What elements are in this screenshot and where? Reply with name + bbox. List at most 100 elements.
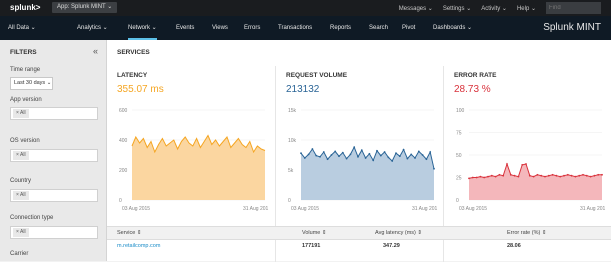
data-point[interactable] bbox=[487, 175, 489, 178]
nav-pivot[interactable]: Pivot bbox=[402, 16, 415, 40]
header-service[interactable]: Service ⇕ bbox=[117, 227, 141, 239]
data-point[interactable] bbox=[383, 151, 386, 153]
messages-menu[interactable]: Messages ⌄ bbox=[399, 5, 433, 12]
data-point[interactable] bbox=[498, 173, 501, 176]
data-point[interactable] bbox=[578, 174, 581, 177]
data-point[interactable] bbox=[544, 175, 546, 178]
connection-type-filter[interactable]: × All bbox=[10, 226, 98, 239]
data-point[interactable] bbox=[582, 173, 584, 176]
data-point[interactable] bbox=[311, 148, 314, 150]
data-point[interactable] bbox=[601, 173, 603, 176]
nav-views[interactable]: Views bbox=[212, 16, 228, 40]
data-point[interactable] bbox=[395, 152, 397, 155]
app-selector[interactable]: App: Splunk MINT ⌄ bbox=[52, 2, 118, 13]
data-point[interactable] bbox=[555, 174, 558, 177]
data-point[interactable] bbox=[589, 175, 592, 178]
data-point[interactable] bbox=[559, 175, 562, 178]
data-point[interactable] bbox=[551, 173, 554, 176]
data-point[interactable] bbox=[433, 167, 435, 170]
data-point[interactable] bbox=[349, 153, 352, 156]
connection-type-pill[interactable]: × All bbox=[13, 228, 29, 237]
header-volume[interactable]: Volume ⇕ bbox=[302, 227, 327, 239]
data-point[interactable] bbox=[479, 175, 482, 178]
data-point[interactable] bbox=[364, 157, 367, 159]
header-error-rate[interactable]: Error rate (%) ⇕ bbox=[507, 227, 546, 239]
data-point[interactable] bbox=[528, 174, 531, 177]
data-point[interactable] bbox=[468, 177, 470, 180]
data-point[interactable] bbox=[506, 163, 508, 165]
nav-errors[interactable]: Errors bbox=[244, 16, 260, 40]
data-point[interactable] bbox=[330, 154, 333, 156]
data-point[interactable] bbox=[525, 163, 527, 165]
data-point[interactable] bbox=[425, 158, 428, 161]
app-version-filter[interactable]: × All bbox=[10, 107, 98, 120]
data-point[interactable] bbox=[513, 174, 516, 177]
header-avg-latency[interactable]: Avg latency (ms) ⇕ bbox=[375, 227, 422, 239]
data-point[interactable] bbox=[502, 174, 505, 177]
data-point[interactable] bbox=[536, 173, 539, 176]
data-point[interactable] bbox=[475, 176, 478, 179]
find-input[interactable] bbox=[546, 2, 601, 14]
service-link[interactable]: m.retailcomp.com bbox=[117, 239, 160, 253]
data-point[interactable] bbox=[490, 174, 493, 177]
country-pill[interactable]: × All bbox=[13, 191, 29, 200]
data-point[interactable] bbox=[334, 150, 337, 153]
data-point[interactable] bbox=[387, 156, 390, 159]
os-version-pill[interactable]: × All bbox=[13, 151, 29, 160]
data-point[interactable] bbox=[521, 164, 524, 166]
data-point[interactable] bbox=[300, 152, 302, 155]
data-point[interactable] bbox=[570, 174, 573, 177]
data-point[interactable] bbox=[391, 160, 394, 162]
data-point[interactable] bbox=[345, 157, 348, 160]
nav-dashboards[interactable]: Dashboards ⌄ bbox=[433, 16, 472, 40]
nav-reports[interactable]: Reports bbox=[330, 16, 351, 40]
data-point[interactable] bbox=[410, 153, 413, 156]
data-point[interactable] bbox=[517, 175, 520, 178]
data-point[interactable] bbox=[398, 155, 401, 158]
data-point[interactable] bbox=[471, 176, 474, 179]
data-point[interactable] bbox=[315, 154, 318, 157]
data-point[interactable] bbox=[597, 173, 600, 176]
data-point[interactable] bbox=[376, 149, 378, 152]
data-point[interactable] bbox=[540, 174, 543, 177]
data-point[interactable] bbox=[509, 173, 512, 176]
time-range-select[interactable]: Last 30 days ⌄ bbox=[10, 77, 53, 90]
data-point[interactable] bbox=[379, 154, 382, 157]
country-filter[interactable]: × All bbox=[10, 189, 98, 202]
data-point[interactable] bbox=[357, 155, 359, 158]
data-point[interactable] bbox=[585, 174, 588, 177]
data-point[interactable] bbox=[483, 176, 486, 179]
nav-all-data[interactable]: All Data ⌄ bbox=[8, 16, 36, 40]
help-menu[interactable]: Help ⌄ bbox=[517, 5, 536, 12]
data-point[interactable] bbox=[303, 157, 306, 159]
data-point[interactable] bbox=[414, 157, 416, 159]
collapse-sidebar-icon[interactable]: « bbox=[93, 46, 98, 56]
data-point[interactable] bbox=[417, 150, 420, 153]
data-point[interactable] bbox=[566, 173, 569, 176]
data-point[interactable] bbox=[574, 175, 577, 178]
data-point[interactable] bbox=[494, 175, 497, 178]
os-version-filter[interactable]: × All bbox=[10, 149, 98, 162]
data-point[interactable] bbox=[307, 153, 310, 156]
data-point[interactable] bbox=[429, 151, 432, 153]
data-point[interactable] bbox=[406, 157, 409, 160]
nav-transactions[interactable]: Transactions bbox=[278, 16, 312, 40]
activity-menu[interactable]: Activity ⌄ bbox=[481, 5, 507, 12]
nav-events[interactable]: Events bbox=[176, 16, 194, 40]
data-point[interactable] bbox=[547, 174, 550, 177]
data-point[interactable] bbox=[319, 155, 321, 158]
nav-analytics[interactable]: Analytics ⌄ bbox=[77, 16, 108, 40]
data-point[interactable] bbox=[341, 151, 344, 154]
data-point[interactable] bbox=[360, 149, 363, 152]
data-point[interactable] bbox=[353, 146, 356, 149]
data-point[interactable] bbox=[532, 175, 535, 178]
nav-search[interactable]: Search bbox=[369, 16, 388, 40]
table-row[interactable]: m.retailcomp.com 177191 347.29 28.06 bbox=[107, 239, 611, 253]
data-point[interactable] bbox=[322, 151, 325, 153]
data-point[interactable] bbox=[563, 174, 565, 177]
splunk-logo[interactable]: splunk> bbox=[10, 3, 40, 12]
data-point[interactable] bbox=[368, 152, 371, 155]
data-point[interactable] bbox=[593, 174, 596, 177]
data-point[interactable] bbox=[421, 154, 424, 156]
data-point[interactable] bbox=[402, 148, 405, 151]
